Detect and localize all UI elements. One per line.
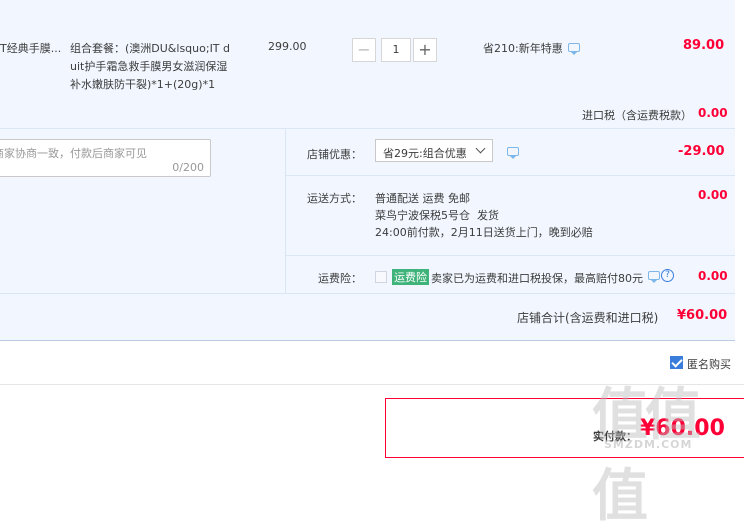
memo-input[interactable]: 商家协商一致，付款后商家可见 0/200: [0, 139, 211, 177]
divider: [285, 175, 735, 176]
chat-icon[interactable]: [568, 43, 580, 55]
divider: [285, 128, 286, 293]
store-discount-label: 店铺优惠：: [307, 148, 362, 161]
shipping-dispatch: 发货: [477, 209, 499, 222]
divider: [0, 340, 735, 341]
item-package-line3: 补水嫩肤防干裂)*1+(20g)*1: [70, 78, 216, 91]
help-icon[interactable]: ?: [661, 269, 674, 282]
store-discount-selected: 省29元:组合优惠: [383, 147, 467, 160]
shipping-warehouse: 菜鸟宁波保税5号仓: [375, 209, 470, 222]
watermark-text: SMZDM.COM: [604, 438, 693, 451]
shipping-label: 运送方式：: [307, 192, 362, 205]
divider: [285, 255, 735, 256]
store-discount-select[interactable]: 省29元:组合优惠: [375, 139, 493, 162]
item-price: 299.00: [268, 40, 307, 53]
import-tax-value: 0.00: [698, 106, 728, 120]
memo-counter: 0/200: [172, 161, 204, 174]
item-package-line1: 组合套餐：(澳洲DU&lsquo;IT d: [70, 42, 231, 55]
shipping-line1: 普通配送 运费 免邮: [375, 192, 470, 205]
chat-icon[interactable]: [648, 271, 660, 283]
memo-placeholder: 商家协商一致，付款后商家可见: [0, 147, 147, 160]
store-total-label: 店铺合计(含运费和进口税): [517, 311, 659, 325]
store-total-value: ¥60.00: [677, 308, 728, 323]
insurance-value: 0.00: [698, 269, 728, 283]
item-subtotal: 89.00: [683, 38, 725, 53]
item-discount: 省210:新年特惠: [483, 42, 563, 55]
import-tax-label: 进口税（含运费税款）: [582, 109, 692, 122]
watermark-logo: 值值值: [592, 383, 701, 529]
shipping-value: 0.00: [698, 188, 728, 202]
item-package-line2: uit护手霜急救手膜男女滋润保湿: [70, 60, 228, 73]
insurance-checkbox: [375, 271, 387, 283]
chat-icon[interactable]: [507, 147, 519, 159]
quantity-input[interactable]: 1: [381, 38, 411, 62]
divider: [0, 128, 735, 129]
insurance-label: 运费险：: [318, 272, 362, 285]
insurance-text: 卖家已为运费和进口税投保，最高赔付80元: [431, 272, 643, 285]
shipping-delivery: 24:00前付款，2月11日送货上门，晚到必赔: [375, 226, 593, 239]
store-discount-value: -29.00: [678, 144, 725, 159]
quantity-plus-button[interactable]: +: [413, 38, 437, 62]
quantity-minus-button[interactable]: −: [352, 38, 376, 62]
anonymous-checkbox[interactable]: [670, 356, 683, 369]
insurance-tag: 运费险: [392, 269, 429, 285]
item-title[interactable]: T经典手膜...: [0, 40, 61, 56]
checkmark-icon: [671, 356, 683, 368]
chevron-down-icon: [475, 143, 486, 154]
divider: [0, 293, 735, 294]
